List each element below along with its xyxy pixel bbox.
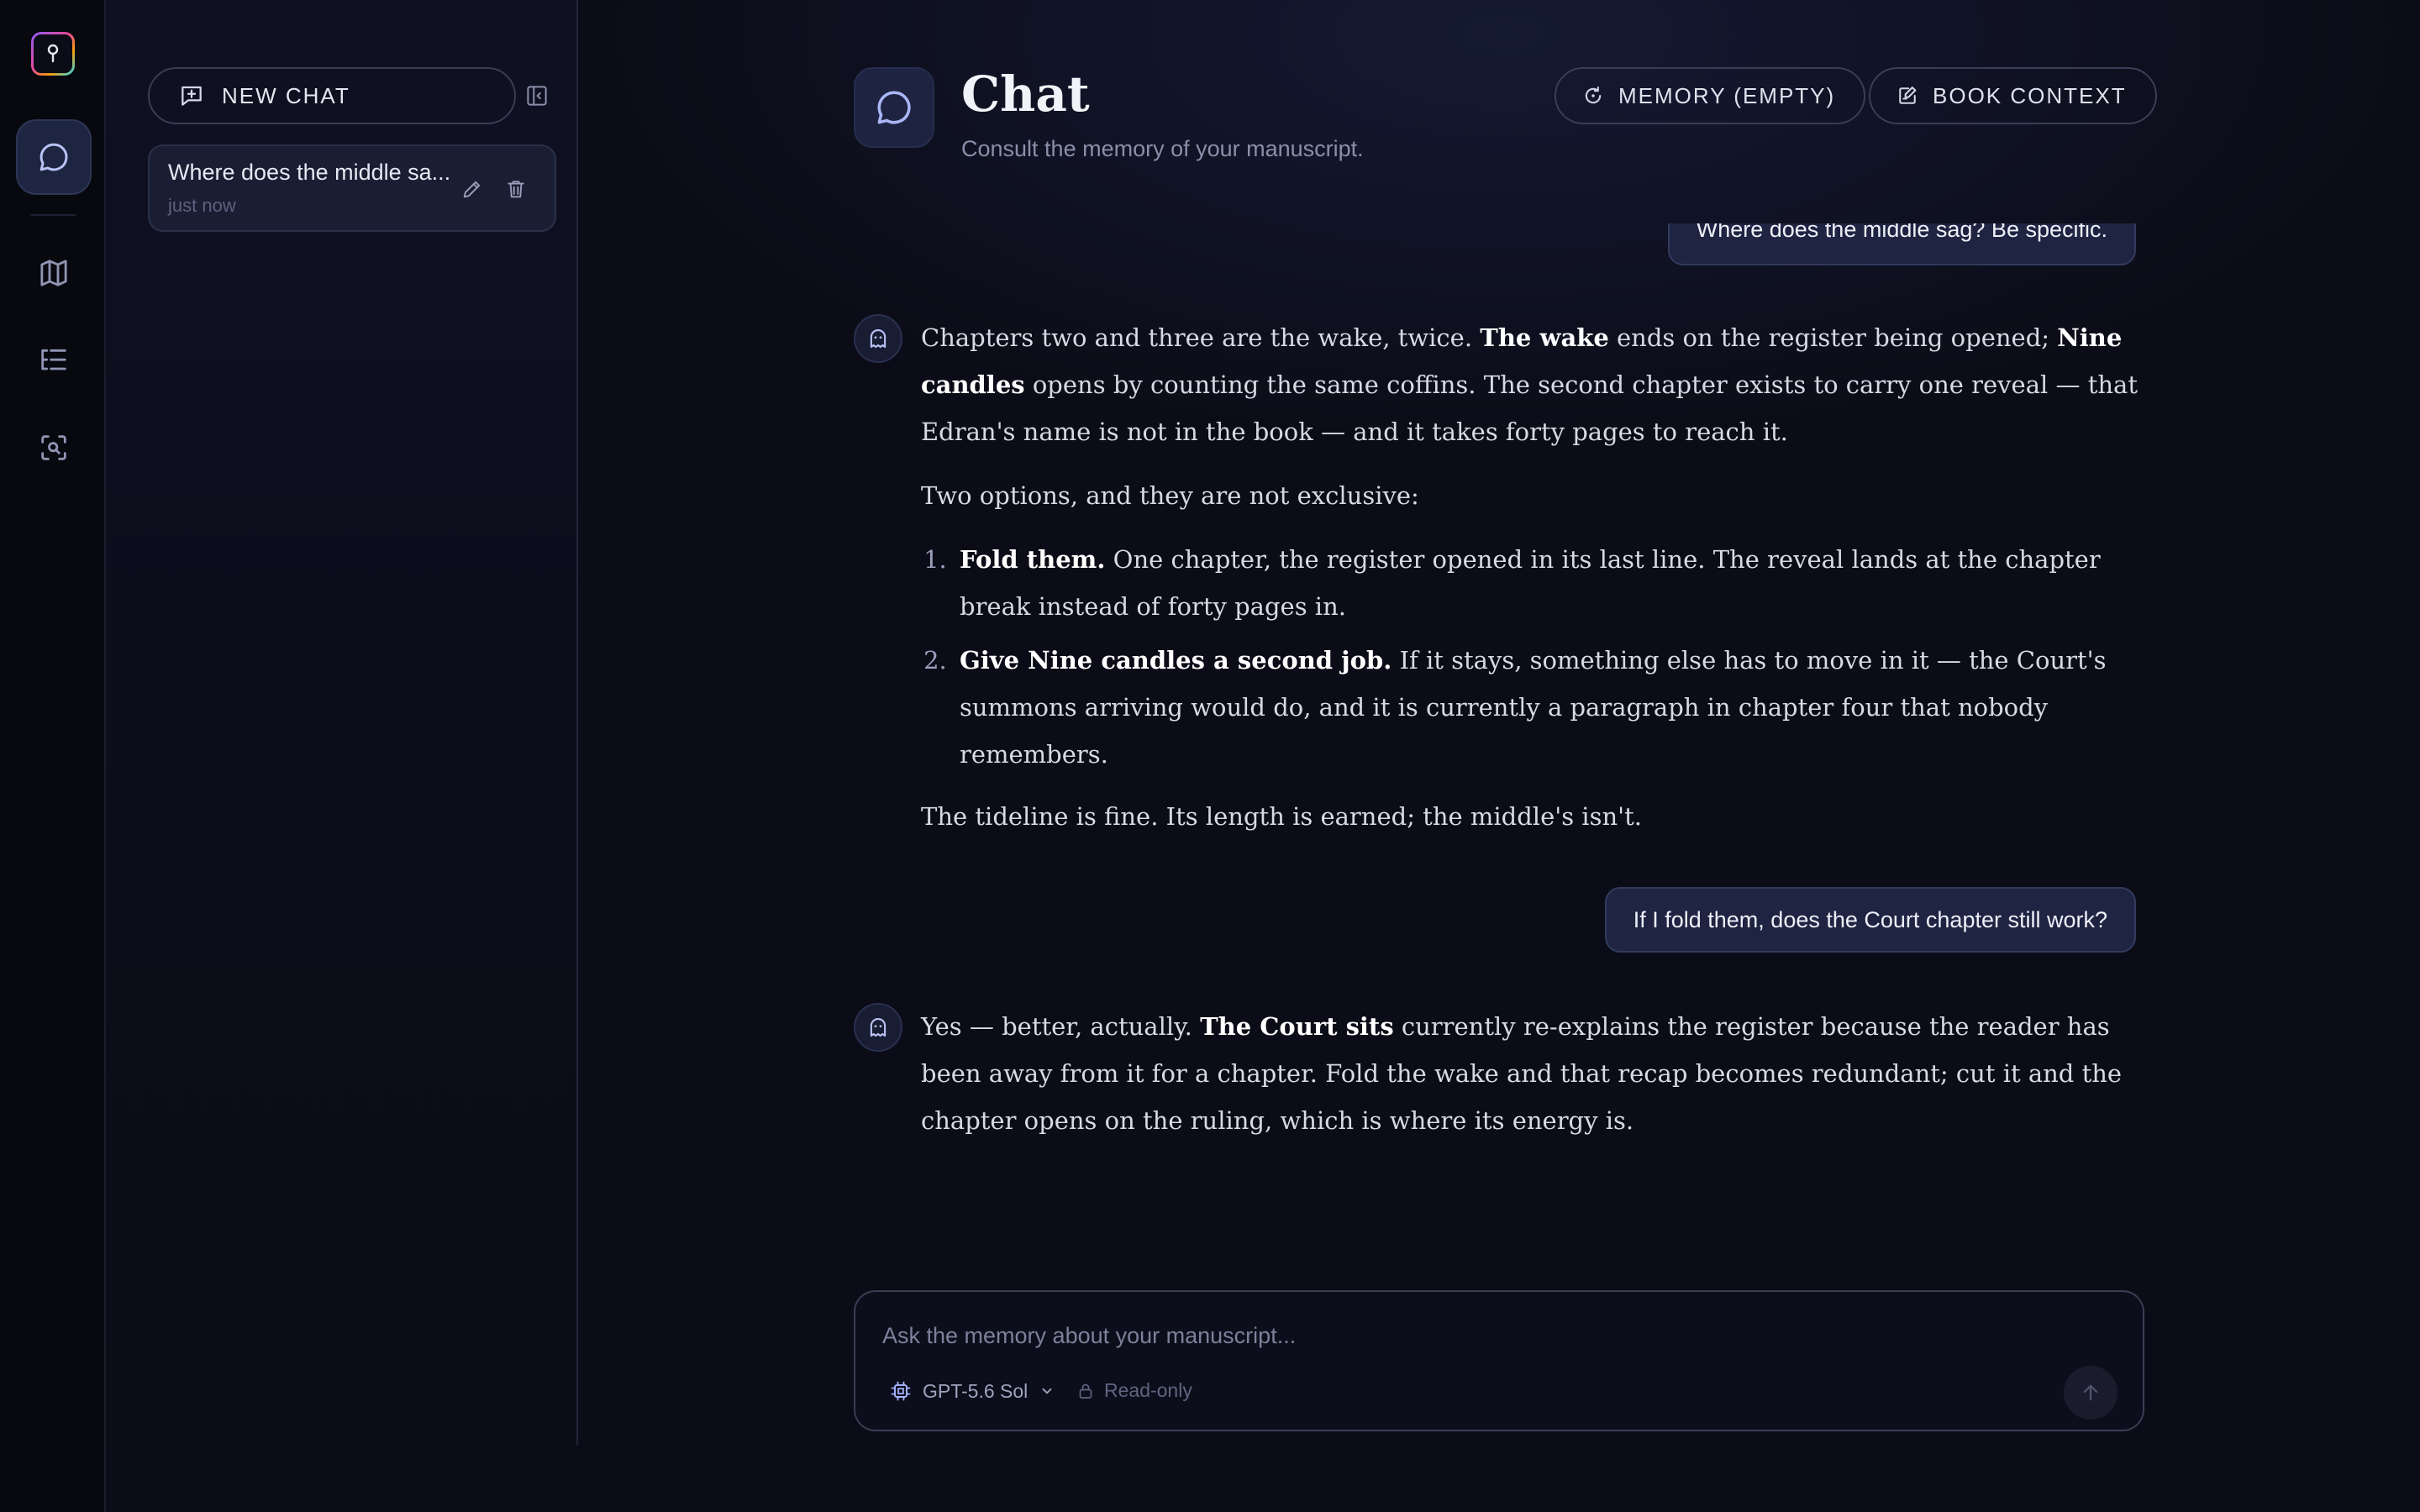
chat-item-title: Where does the middle sa... [168, 160, 451, 185]
chat-bubble-icon [39, 143, 68, 171]
rail-scan-button[interactable] [16, 410, 92, 486]
edit-document-icon [1899, 87, 1917, 104]
chat-sidebar: NEW CHAT Where does the middle sa... jus… [106, 0, 578, 1445]
page-subtitle: Consult the memory of your manuscript. [961, 136, 1364, 161]
user-message-text: Where does the middle sag? Be specific. [1696, 216, 2107, 242]
readonly-indicator: Read-only [1076, 1379, 1192, 1402]
message-input[interactable] [882, 1317, 2059, 1354]
chat-bubble-icon [877, 91, 911, 124]
trash-icon [508, 181, 524, 198]
lock-icon [1079, 1383, 1092, 1399]
rail-chat-button[interactable] [16, 119, 92, 195]
pencil-icon [463, 181, 481, 198]
scan-search-icon [41, 435, 66, 460]
chevron-down-icon [1042, 1388, 1052, 1394]
assistant-avatar [854, 314, 902, 363]
options-list: Fold them. One chapter, the register ope… [955, 536, 2148, 778]
list-item: Give Nine candles a second job. If it st… [955, 637, 2148, 778]
model-selector[interactable]: GPT-5.6 Sol [889, 1379, 1056, 1403]
book-context-button[interactable]: BOOK CONTEXT [1869, 67, 2157, 124]
collapse-sidebar-button[interactable] [523, 81, 551, 110]
chat-history-item[interactable]: Where does the middle sa... just now [148, 144, 556, 232]
rail-divider [30, 214, 76, 216]
message-paragraph: Chapters two and three are the wake, twi… [921, 323, 2138, 446]
assistant-message-body: Yes — better, actually. The Court sits c… [921, 1003, 2148, 1161]
rename-chat-button[interactable] [457, 174, 487, 204]
map-icon [40, 260, 67, 286]
keyhole-icon [47, 44, 59, 63]
outline-list-icon [41, 349, 66, 370]
assistant-avatar [854, 1003, 902, 1052]
memory-button[interactable]: MEMORY (EMPTY) [1555, 67, 1866, 124]
cpu-chip-icon [891, 1381, 911, 1401]
assistant-message-body: Chapters two and three are the wake, twi… [921, 314, 2148, 857]
new-chat-label: NEW CHAT [222, 82, 350, 108]
page-title: Chat [961, 66, 1090, 123]
nav-rail [0, 0, 106, 1512]
user-message: Where does the middle sag? Be specific. [1667, 216, 2136, 265]
add-message-icon [182, 86, 202, 106]
user-message-text: If I fold them, does the Court chapter s… [1633, 906, 2107, 932]
message-paragraph: Two options, and they are not exclusive: [921, 481, 1419, 510]
send-button[interactable] [2064, 1366, 2118, 1420]
ghost-icon [870, 329, 886, 349]
user-message: If I fold them, does the Court chapter s… [1604, 887, 2136, 953]
rail-outline-button[interactable] [16, 323, 92, 398]
arrow-up-icon [2083, 1384, 2098, 1401]
message-composer: GPT-5.6 Sol Read-only [854, 1290, 2144, 1431]
app-logo[interactable] [31, 32, 75, 76]
message-paragraph: The tideline is fine. Its length is earn… [921, 802, 1642, 831]
readonly-label: Read-only [1104, 1379, 1192, 1401]
model-name: GPT-5.6 Sol [923, 1379, 1028, 1402]
chat-main-panel: Chat Consult the memory of your manuscri… [580, 0, 2420, 1512]
list-item: Fold them. One chapter, the register ope… [955, 536, 2148, 630]
new-chat-button[interactable]: NEW CHAT [148, 67, 516, 124]
header-icon-tile [854, 67, 934, 148]
panel-collapse-icon [527, 86, 547, 106]
message-paragraph: Yes — better, actually. The Court sits c… [921, 1012, 2123, 1135]
memory-refresh-icon [1585, 87, 1602, 104]
ghost-icon [870, 1018, 886, 1037]
chat-item-timestamp: just now [168, 195, 236, 216]
rail-map-button[interactable] [16, 235, 92, 311]
book-context-label: BOOK CONTEXT [1933, 82, 2127, 108]
memory-label: MEMORY (EMPTY) [1618, 82, 1836, 108]
delete-chat-button[interactable] [501, 174, 531, 204]
